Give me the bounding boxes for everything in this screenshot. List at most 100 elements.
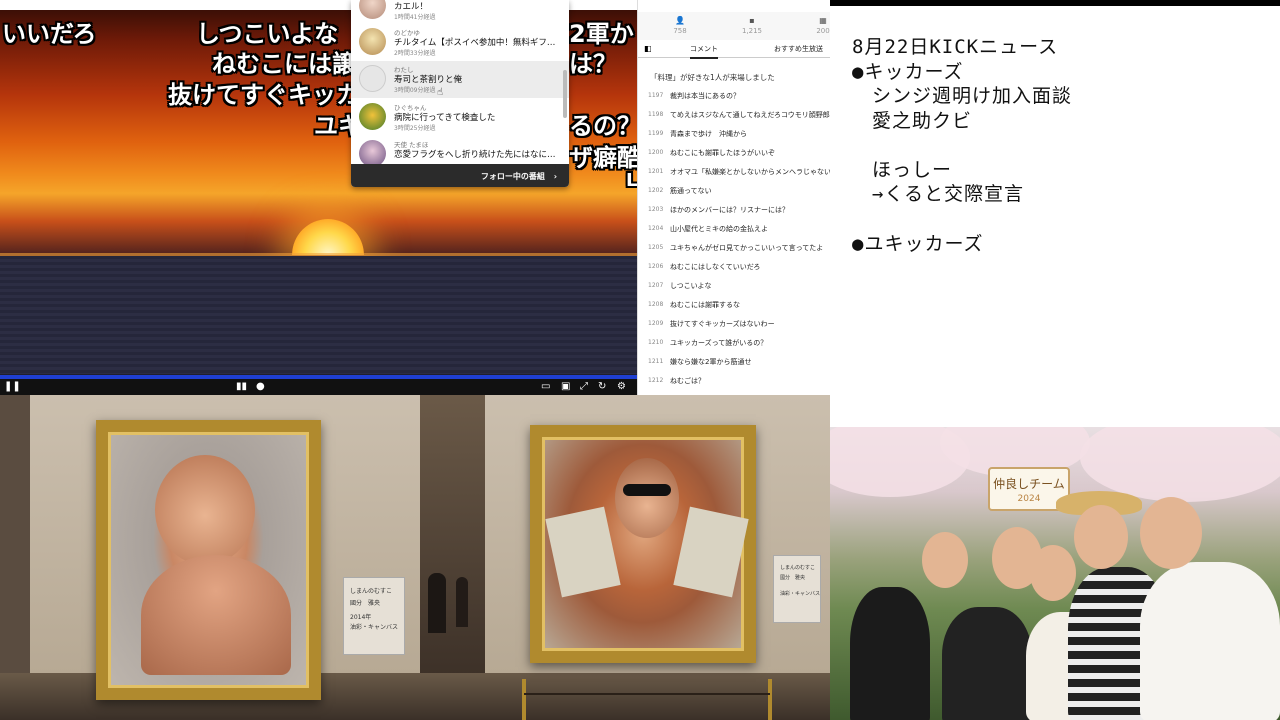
comment-text: ユキちゃんがゼロ見てかっこいいって言ってたよ xyxy=(670,244,824,252)
comment-row[interactable]: 1204 山小屋代とミキの給の金払えよ xyxy=(638,219,830,238)
banknotes-image xyxy=(673,506,749,598)
comment-row[interactable]: 1205 ユキちゃんがゼロ見てかっこいいって言ってたよ xyxy=(638,238,830,257)
scrollbar[interactable] xyxy=(563,70,567,118)
notes-line: ●ユキッカーズ xyxy=(852,233,984,255)
viewer-count: 👤 758 xyxy=(660,16,700,35)
avatar xyxy=(359,140,386,167)
person-head xyxy=(1140,497,1202,569)
notes-line: ほっしー xyxy=(852,159,953,181)
portrait-face xyxy=(155,455,255,565)
comment-text: オオマユ「私嫌楽とかしないからメンヘラじゃない xyxy=(670,168,830,176)
following-programs-label: フォロー中の番組 xyxy=(480,172,545,181)
banknotes-image xyxy=(545,506,621,598)
sign-title: 仲良しチーム xyxy=(993,477,1065,491)
comment-text: ねむごは？ xyxy=(670,377,705,385)
comment-row[interactable]: 1201 オオマユ「私嫌楽とかしないからメンヘラじゃない xyxy=(638,162,830,181)
comment-text: ユキッカーズって誰がいるの？ xyxy=(670,339,768,347)
comment-number: 1207 xyxy=(648,282,664,289)
sea-image xyxy=(0,256,637,374)
notification-item[interactable]: ひぐちゃん 病院に行ってきて検査した 3時間25分経過 xyxy=(351,99,569,136)
fullscreen-icon[interactable]: ⤢ xyxy=(580,381,588,392)
sun-image xyxy=(292,219,364,255)
comment-text: 抜けてすぐキッカーズはないわー xyxy=(670,320,775,328)
portrait-frame-left xyxy=(96,420,321,700)
following-programs-link[interactable]: フォロー中の番組 › xyxy=(351,164,569,187)
overlay-comment: ザ癖酷 xyxy=(569,144,637,172)
comment-row[interactable]: 1208 ねむこには謝罪するな xyxy=(638,295,830,314)
settings-dot-icon[interactable]: ● xyxy=(256,381,265,392)
comment-row[interactable]: 1209 抜けてすぐキッカーズはないわー xyxy=(638,314,830,333)
system-message: 「料理」が好きな1人が来場しました xyxy=(650,73,775,82)
comment-number: 1200 xyxy=(648,149,664,156)
comment-text: 青森まで歩け 沖縄から xyxy=(670,130,747,138)
comment-text: てめえはスジなんて通してねえだろコウモリ顔野郎 xyxy=(670,111,830,119)
notes-line: ●キッカーズ xyxy=(852,61,964,83)
notification-item[interactable]: のどかゆ チルタイム【ポスイベ参加中！無料ギフ… 2時間33分経過 xyxy=(351,24,569,61)
panel-toggle-icon[interactable]: ◧ xyxy=(644,44,652,53)
comment-number: 1211 xyxy=(648,358,664,365)
comment-row[interactable]: 1207 しつこいよな xyxy=(638,276,830,295)
comment-row[interactable]: 1206 ねむこにはしなくていいだろ xyxy=(638,257,830,276)
comment-text: ほかのメンバーには？リスナーには？ xyxy=(670,206,789,214)
avatar xyxy=(359,0,386,19)
comment-toggle-icon[interactable]: ▭ xyxy=(541,381,550,392)
person xyxy=(1140,562,1280,720)
notification-item[interactable]: カエル！ 1時間41分経過 xyxy=(351,0,569,25)
person-head xyxy=(1074,505,1128,569)
comment-row[interactable]: 1199 青森まで歩け 沖縄から xyxy=(638,124,830,143)
pause-icon[interactable]: ❚❚ xyxy=(4,381,21,392)
comment-row[interactable]: 1197 裁判は本当にあるの？ xyxy=(638,86,830,105)
stanchion-rope xyxy=(524,693,770,695)
screen-mode-icon[interactable]: ▣ xyxy=(561,381,570,392)
comment-row[interactable]: 1203 ほかのメンバーには？リスナーには？ xyxy=(638,200,830,219)
placard-text: 國分 雅央 xyxy=(350,600,381,607)
reload-icon[interactable]: ↻ xyxy=(598,381,606,392)
comment-row[interactable]: 1212 ねむごは？ xyxy=(638,371,830,390)
notification-time: 3時間25分経過 xyxy=(394,125,436,132)
comment-number: 1199 xyxy=(648,130,664,137)
stats-bar: 👤 758 ▪ 1,215 ▦ 200 xyxy=(638,12,830,40)
comment-number: 1201 xyxy=(648,168,664,175)
ad-count-value: 200 xyxy=(816,27,830,35)
group-photo: 仲良しチーム 2024 xyxy=(830,427,1280,720)
placard-text: 油彩・キャンバス xyxy=(780,591,821,597)
volume-icon[interactable]: ▮▮ xyxy=(236,381,247,392)
placard-text: しまんのむすこ xyxy=(350,588,393,595)
comment-number: 1205 xyxy=(648,244,664,251)
comment-number: 1212 xyxy=(648,377,664,384)
overlay-comment: ねむこには譲 xyxy=(212,50,356,78)
placard-text: 油彩・キャンバス xyxy=(350,624,399,631)
comment-row[interactable]: 1211 嫌なら嫌な2軍から筋通せ xyxy=(638,352,830,371)
comment-number: 1209 xyxy=(648,320,664,327)
comment-text: しつこいよな xyxy=(670,282,712,290)
notes-line: シンジ週明け加入面談 xyxy=(852,85,1073,107)
notification-title: 病院に行ってきて検査した xyxy=(394,113,496,123)
screen: いいだろ しつこいよな 2軍か ねむこには譲 は？ 抜けてすぐキッカ ユキ るの… xyxy=(0,0,1280,720)
avatar xyxy=(359,65,386,92)
sunglasses-icon xyxy=(623,484,671,496)
notification-title: 恋愛フラグをへし折り続けた先にはなに… xyxy=(394,150,556,160)
comment-number: 1208 xyxy=(648,301,664,308)
gear-icon[interactable]: ⚙ xyxy=(617,381,626,392)
notification-item[interactable]: わたし 寿司と茶割りと俺 3時間09分経過 ☝ xyxy=(351,61,569,98)
comment-number: 1206 xyxy=(648,263,664,270)
comment-row[interactable]: 1210 ユキッカーズって誰がいるの？ xyxy=(638,333,830,352)
notes-line: 8月22日KICKニュース xyxy=(852,36,1059,58)
notification-title: カエル！ xyxy=(394,2,429,12)
placard-text: 2014年 xyxy=(350,614,372,621)
placard-left: しまんのむすこ 國分 雅央 2014年 油彩・キャンバス xyxy=(343,577,405,655)
comment-panel: 👤 758 ▪ 1,215 ▦ 200 ◧ コメント おすすめ生放送 「料理」が好きな… xyxy=(637,0,830,395)
comment-number: 1203 xyxy=(648,206,664,213)
comment-row[interactable]: 1202 筋通ってない xyxy=(638,181,830,200)
comment-row[interactable]: 1198 てめえはスジなんて通してねえだろコウモリ顔野郎 xyxy=(638,105,830,124)
gallery-corridor xyxy=(420,395,485,675)
tab-comments[interactable]: コメント xyxy=(690,44,718,59)
notes-line: 愛之助クビ xyxy=(852,110,973,132)
visitor-silhouette xyxy=(428,573,446,633)
comment-number: 1204 xyxy=(648,225,664,232)
comment-number: 1210 xyxy=(648,339,664,346)
comment-row[interactable]: 1200 ねむこにも謝罪したほうがいいぞ xyxy=(638,143,830,162)
tab-recommended[interactable]: おすすめ生放送 xyxy=(774,44,823,54)
notification-time: 1時間41分経過 xyxy=(394,14,436,21)
comment-text: ねむこには謝罪するな xyxy=(670,301,740,309)
